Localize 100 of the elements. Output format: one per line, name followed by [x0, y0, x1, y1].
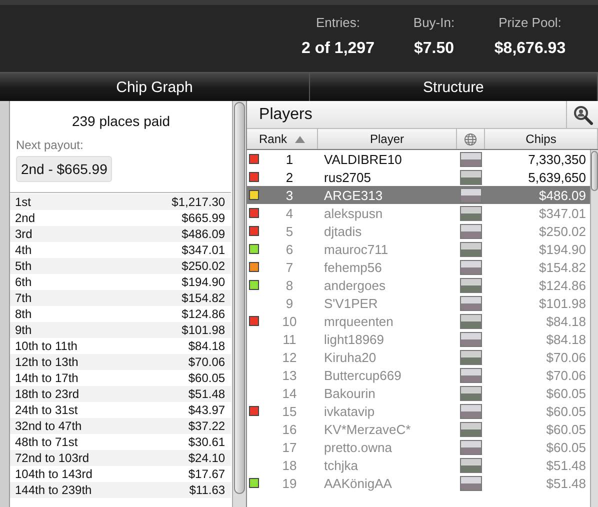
rank-cell-text: 13 — [281, 368, 298, 382]
flag-icon — [460, 296, 482, 310]
rank-cell-text: 12 — [281, 350, 298, 364]
payout-amount: $17.67 — [188, 467, 226, 481]
chips-cell-text: $51.48 — [545, 476, 588, 490]
scrollbar-thumb[interactable] — [234, 102, 246, 494]
payout-place: 1st — [14, 195, 31, 209]
payout-place: 3rd — [14, 227, 32, 241]
rank-cell-text: 2 — [284, 170, 294, 184]
flag-icon — [460, 404, 482, 418]
payout-place: 4th — [14, 243, 32, 257]
column-header[interactable]: Player — [318, 129, 458, 149]
payout-amount: $24.10 — [188, 451, 226, 465]
places-paid-text: 239 places paid — [70, 112, 172, 131]
scrollbar-thumb[interactable] — [591, 151, 598, 191]
chips-cell-text: $70.06 — [545, 368, 588, 382]
player-name: andergoes — [323, 278, 386, 292]
payout-place: 72nd to 103rd — [14, 451, 90, 465]
player-name: alekspusn — [323, 206, 384, 220]
payout-amount: $347.01 — [182, 243, 226, 257]
player-name: Bakourin — [323, 386, 376, 400]
player-name: KV*MerzaveC* — [323, 422, 412, 436]
chips-cell-text: $194.90 — [538, 242, 588, 256]
payout-amount: $37.22 — [188, 419, 226, 433]
flag-icon — [460, 332, 482, 346]
payout-amount: $194.90 — [182, 275, 226, 289]
stat-value: $8,676.93 — [494, 40, 566, 58]
payout-place: 24th to 31st — [14, 403, 78, 417]
payout-amount: $43.97 — [188, 403, 226, 417]
player-name: Kiruha20 — [323, 350, 378, 364]
player-name: fehemp56 — [323, 260, 383, 274]
payout-amount: $1,217.30 — [172, 195, 226, 209]
chips-cell-text: $347.01 — [538, 206, 588, 220]
stat-value: $7.50 — [414, 40, 454, 58]
rank-cell-text: 17 — [281, 440, 298, 454]
players-title: Players — [258, 106, 312, 124]
stat-value: 2 of 1,297 — [302, 40, 374, 58]
tab[interactable]: Structure — [310, 72, 598, 101]
flag-icon — [460, 152, 482, 166]
search-icon — [572, 104, 593, 124]
flag-icon — [460, 440, 482, 454]
rank-cell-text: 18 — [281, 458, 298, 472]
scrollbar[interactable] — [232, 101, 246, 507]
payout-place: 32nd to 47th — [14, 419, 82, 433]
payout-place: 5th — [14, 259, 32, 273]
tab[interactable]: Chip Graph — [0, 72, 310, 101]
flag-icon — [460, 206, 482, 220]
payout-place: 104th to 143rd — [14, 467, 92, 481]
flag-icon — [460, 260, 482, 274]
payout-place: 144th to 239th — [14, 483, 92, 497]
player-name: rus2705 — [323, 170, 372, 184]
flag-icon — [460, 422, 482, 436]
payout-place: 12th to 13th — [14, 355, 78, 369]
rank-cell-text: 8 — [284, 278, 294, 292]
rank-cell-text: 6 — [284, 242, 294, 256]
globe-icon — [464, 132, 478, 146]
player-name: tchjka — [323, 458, 359, 472]
chips-cell-text: 5,639,650 — [527, 170, 588, 184]
player-name: ivkatavip — [323, 404, 376, 418]
column-header[interactable]: Rank — [247, 129, 318, 149]
rank-cell-text: 3 — [284, 188, 294, 202]
payout-amount: $154.82 — [182, 291, 226, 305]
flag-icon — [460, 170, 482, 184]
chips-cell-text: $84.18 — [545, 332, 588, 346]
payout-amount: $250.02 — [182, 259, 226, 273]
payout-place: 10th to 11th — [14, 339, 78, 353]
flag-icon — [460, 188, 482, 202]
chips-cell-text: $60.05 — [545, 422, 588, 436]
chips-cell-text: $101.98 — [538, 296, 588, 310]
payout-place: 18th to 23rd — [14, 387, 80, 401]
payout-amount: $101.98 — [182, 323, 226, 337]
stat-label: Entries: — [316, 15, 360, 30]
payout-amount: $60.05 — [188, 371, 226, 385]
column-header[interactable]: Chips — [485, 129, 598, 149]
payout-amount: $124.86 — [182, 307, 226, 321]
chips-cell-text: $70.06 — [545, 350, 588, 364]
flag-icon — [460, 278, 482, 292]
rank-cell-text: 5 — [284, 224, 294, 238]
scrollbar[interactable] — [590, 150, 598, 507]
payout-amount: $486.09 — [182, 227, 226, 241]
flag-icon — [460, 458, 482, 472]
payout-amount: $11.63 — [189, 483, 226, 497]
rank-cell-text: 10 — [281, 314, 298, 328]
payout-place: 14th to 17th — [14, 371, 78, 385]
flag-icon — [460, 242, 482, 256]
chips-cell-text: $51.48 — [545, 458, 588, 472]
chips-cell-text: $84.18 — [545, 314, 588, 328]
payout-place: 7th — [14, 291, 32, 305]
chips-cell-text: 7,330,350 — [527, 152, 588, 166]
player-name: AAKönigAA — [323, 476, 393, 490]
player-name: VALDIBRE10 — [323, 152, 403, 166]
player-name: mrqueenten — [323, 314, 394, 328]
flag-icon — [460, 368, 482, 382]
rank-cell-text: 16 — [281, 422, 298, 436]
flag-icon — [460, 224, 482, 238]
player-row[interactable]: 3 ARGE313 $486.09 — [247, 186, 590, 204]
player-name: S'V1PER — [323, 296, 379, 310]
payout-amount: $51.48 — [188, 387, 226, 401]
flag-icon — [460, 386, 482, 400]
player-name: Buttercup669 — [323, 368, 402, 382]
